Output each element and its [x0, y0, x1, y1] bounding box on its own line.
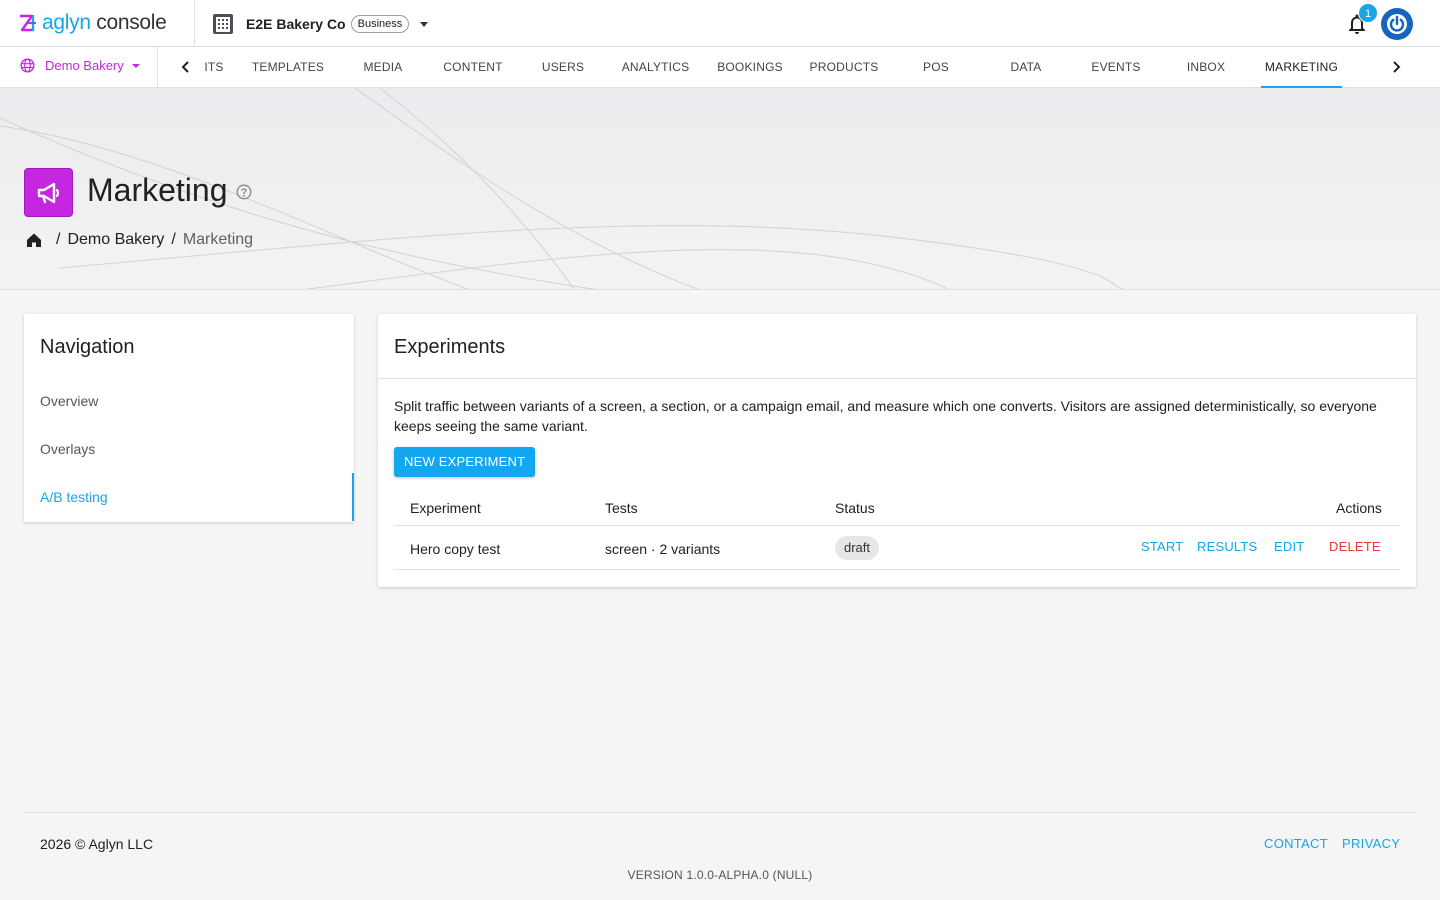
experiment-name: Hero copy test — [410, 541, 501, 557]
site-selector-label: Demo Bakery — [45, 58, 124, 73]
page-title: Marketing — [87, 172, 228, 208]
navigation-card: Navigation Overview Overlays A/B testing — [24, 314, 354, 522]
tab-events[interactable]: EVENTS — [1071, 47, 1161, 88]
megaphone-icon — [37, 182, 59, 203]
new-experiment-button[interactable]: NEW EXPERIMENT — [394, 447, 536, 477]
chevron-down-icon — [131, 63, 140, 68]
app-logo[interactable]: aglyn console — [18, 11, 167, 35]
version-label: VERSION 1.0.0-ALPHA.0 (NULL) — [627, 868, 813, 882]
tab-content[interactable]: CONTENT — [428, 47, 518, 88]
column-header-actions: Actions — [1336, 500, 1382, 516]
experiments-description: Split traffic between variants of a scre… — [394, 398, 1377, 434]
tab-its[interactable]: ITS — [195, 47, 233, 88]
experiment-tests: screen · 2 variants — [605, 541, 721, 557]
account-avatar[interactable] — [1381, 8, 1413, 40]
plan-badge: Business — [350, 15, 410, 33]
help-circle-icon[interactable] — [236, 184, 252, 200]
edit-button[interactable]: EDIT — [1274, 539, 1304, 554]
tab-marketing[interactable]: MARKETING — [1261, 47, 1342, 88]
organization-selector[interactable]: E2E Bakery Co Business — [212, 12, 429, 36]
delete-button[interactable]: DELETE — [1329, 539, 1381, 554]
globe-icon — [20, 58, 35, 73]
tab-data[interactable]: DATA — [981, 47, 1071, 88]
organization-name: E2E Bakery Co — [246, 16, 346, 32]
chevron-left-icon[interactable] — [178, 59, 194, 75]
column-header-status: Status — [835, 500, 875, 516]
experiments-title: Experiments — [394, 336, 506, 358]
page-header: Marketing / Demo Bakery / Marketing — [0, 88, 1440, 290]
tab-pos[interactable]: POS — [891, 47, 981, 88]
start-button[interactable]: START — [1141, 539, 1183, 554]
divider — [378, 378, 1416, 379]
section-tab-bar: Demo Bakery ITS TEMPLATES MEDIA CONTENT … — [0, 47, 1440, 88]
column-header-experiment: Experiment — [410, 500, 481, 516]
contact-link[interactable]: CONTACT — [1264, 836, 1328, 851]
nav-item-overlays[interactable]: Overlays — [24, 425, 354, 473]
table-divider — [394, 569, 1400, 570]
breadcrumb: / Demo Bakery / Marketing — [25, 231, 253, 249]
building-icon — [213, 14, 233, 34]
tab-inbox[interactable]: INBOX — [1161, 47, 1251, 88]
divider — [194, 0, 195, 47]
marketing-section-icon — [24, 168, 73, 217]
notification-badge: 1 — [1358, 3, 1378, 23]
tab-products[interactable]: PRODUCTS — [797, 47, 891, 88]
breadcrumb-current: Marketing — [182, 231, 254, 248]
breadcrumb-separator: / — [56, 231, 61, 248]
experiments-card: Experiments Split traffic between varian… — [378, 314, 1416, 587]
breadcrumb-separator: / — [171, 231, 176, 248]
privacy-link[interactable]: PRIVACY — [1342, 836, 1400, 851]
breadcrumb-site[interactable]: Demo Bakery — [67, 231, 164, 249]
navigation-title: Navigation — [40, 336, 135, 358]
nav-item-ab-testing[interactable]: A/B testing — [24, 473, 354, 521]
tab-media[interactable]: MEDIA — [338, 47, 428, 88]
tab-templates[interactable]: TEMPLATES — [243, 47, 333, 88]
footer-divider — [24, 812, 1416, 813]
site-selector[interactable]: Demo Bakery — [20, 58, 140, 73]
aglyn-logo-icon — [20, 14, 36, 32]
table-divider — [394, 525, 1400, 526]
column-header-tests: Tests — [605, 500, 638, 516]
chevron-right-icon[interactable] — [1388, 59, 1404, 75]
copyright: 2026 © Aglyn LLC — [40, 836, 154, 852]
power-icon — [1387, 14, 1407, 34]
chevron-down-icon — [420, 21, 429, 27]
tab-bookings[interactable]: BOOKINGS — [703, 47, 797, 88]
home-icon[interactable] — [25, 231, 43, 249]
results-button[interactable]: RESULTS — [1197, 539, 1257, 554]
status-badge: draft — [835, 536, 880, 560]
app-bar: aglyn console E2E Bakery Co Business 1 — [0, 0, 1440, 47]
tab-analytics[interactable]: ANALYTICS — [608, 47, 703, 88]
logo-text: aglyn console — [42, 11, 167, 34]
divider — [157, 47, 158, 88]
tab-users[interactable]: USERS — [518, 47, 608, 88]
nav-item-overview[interactable]: Overview — [24, 377, 354, 425]
